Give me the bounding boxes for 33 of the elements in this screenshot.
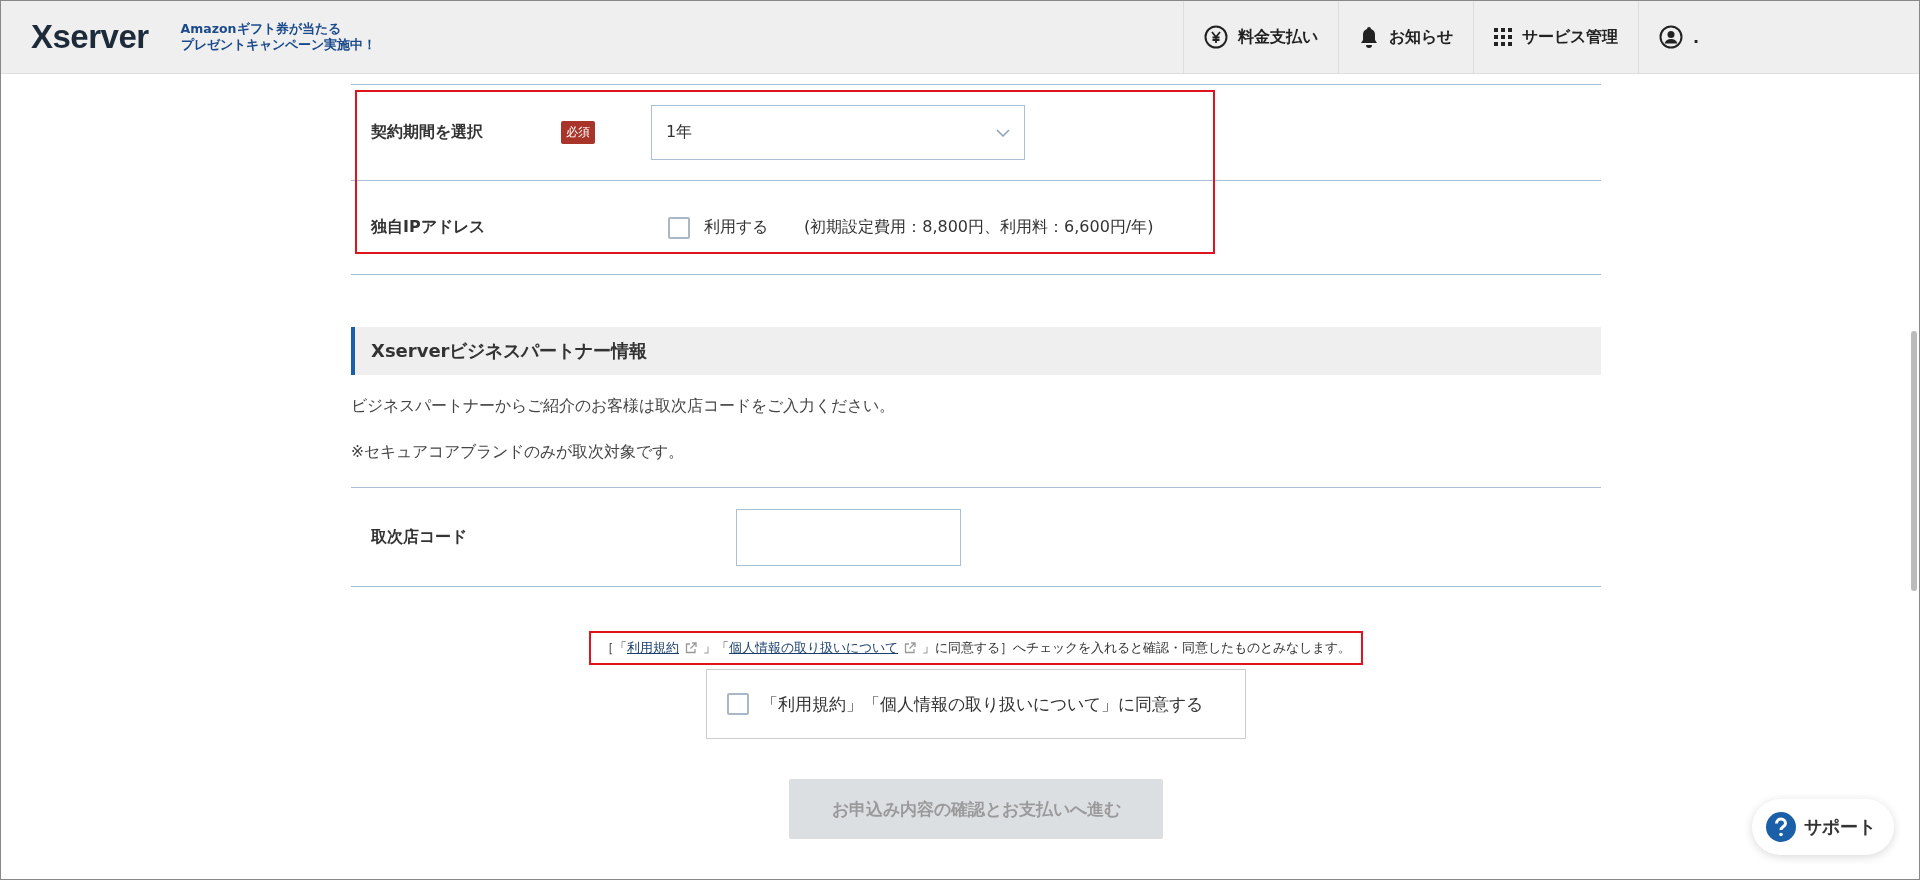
consent-notice: ［「利用規約 」「個人情報の取り扱いについて 」に同意する］へチェックを入れると確認・同意したものとみなします。 [589, 631, 1363, 665]
yen-icon [1203, 25, 1228, 49]
nav-item[interactable]: 料金支払い [1182, 1, 1338, 73]
info-text: ビジネスパートナーからご紹介のお客様は取次店コードをご入力ください。 [351, 395, 896, 417]
scrollbar-thumb[interactable] [1911, 331, 1917, 591]
chevron-down-icon [996, 128, 1010, 137]
grid-icon [1493, 28, 1512, 46]
required-badge: 必須 [561, 121, 595, 144]
fee-note: (初期設定費用：8,800円、利用料：6,600円/年) [804, 217, 1154, 238]
checkbox[interactable] [668, 216, 690, 239]
input-field[interactable] [736, 508, 961, 566]
external-link-icon [904, 642, 916, 654]
field-label: 契約期間を選択 [371, 122, 484, 143]
checkbox[interactable] [727, 693, 749, 715]
bell-icon [1358, 26, 1379, 48]
help-icon [1766, 812, 1796, 842]
field-label: 独自IPアドレス [371, 217, 486, 238]
nav-item[interactable]: お知らせ [1337, 1, 1473, 73]
logo[interactable]: Xserver [31, 18, 149, 56]
promo-text[interactable]: Amazonギフト券が当たる プレゼントキャンペーン実施中！ [180, 21, 376, 53]
period-select[interactable]: 1年 [651, 105, 1025, 160]
external-link-icon [685, 642, 697, 654]
terms-link[interactable]: 利用規約 [627, 639, 679, 657]
nav-item[interactable]: サービス管理 [1472, 1, 1638, 73]
agree-checkbox-field[interactable]: 「利用規約」「個人情報の取り扱いについて」に同意する [706, 669, 1246, 739]
section-heading: Xserverビジネスパートナー情報 [351, 327, 1601, 375]
terms-link[interactable]: 個人情報の取り扱いについて [729, 639, 898, 657]
field-label: 取次店コード [371, 526, 468, 548]
info-text: ※セキュアコアブランドのみが取次対象です。 [351, 441, 685, 463]
user-icon [1658, 25, 1683, 49]
checkbox-label[interactable]: 利用する [704, 217, 768, 238]
nav-item[interactable]: . [1637, 1, 1719, 73]
support-button[interactable]: サポート [1752, 799, 1894, 855]
